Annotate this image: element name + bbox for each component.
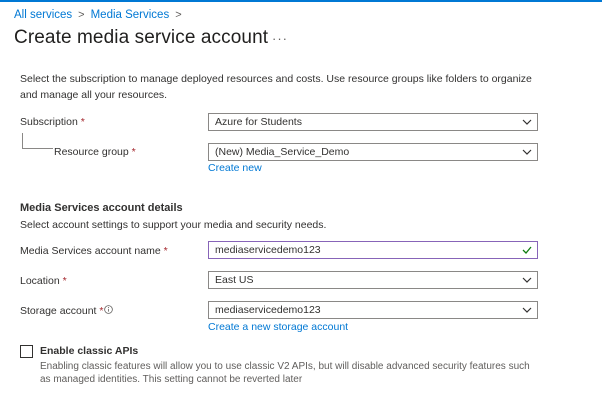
tree-connector [22,133,53,149]
info-icon[interactable] [104,305,113,314]
location-dropdown[interactable]: East US [208,271,538,289]
location-label: Location * [20,275,67,287]
details-section-subtitle: Select account settings to support your … [20,219,327,231]
enable-classic-apis-label[interactable]: Enable classic APIs [40,345,138,357]
page-title: Create media service account [14,27,269,48]
storage-account-dropdown[interactable]: mediaservicedemo123 [208,301,538,319]
checkmark-icon [522,246,532,254]
chevron-down-icon [522,277,532,283]
subscription-label: Subscription * [20,116,85,128]
create-storage-account-link[interactable]: Create a new storage account [208,321,348,333]
details-section-title: Media Services account details [20,202,183,214]
breadcrumb: All services > Media Services > [14,9,188,21]
classic-apis-description: Enabling classic features will allow you… [40,361,530,385]
breadcrumb-media-services[interactable]: Media Services [91,9,170,21]
storage-account-label: Storage account * [20,305,104,317]
breadcrumb-chevron-icon: > [78,9,85,21]
enable-classic-apis-checkbox[interactable] [20,345,33,358]
breadcrumb-all-services[interactable]: All services [14,9,72,21]
chevron-down-icon [522,307,532,313]
account-name-input[interactable]: mediaservicedemo123 [208,241,538,259]
top-accent-line [0,0,602,2]
resource-group-dropdown[interactable]: (New) Media_Service_Demo [208,143,538,161]
account-name-label: Media Services account name * [20,245,168,257]
chevron-down-icon [522,149,532,155]
subscription-dropdown[interactable]: Azure for Students [208,113,538,131]
intro-text: Select the subscription to manage deploy… [20,73,532,101]
resource-group-label: Resource group * [54,146,136,158]
more-options-icon[interactable]: ··· [272,31,288,46]
breadcrumb-chevron-icon: > [175,9,182,21]
create-new-resource-group-link[interactable]: Create new [208,162,262,174]
chevron-down-icon [522,119,532,125]
